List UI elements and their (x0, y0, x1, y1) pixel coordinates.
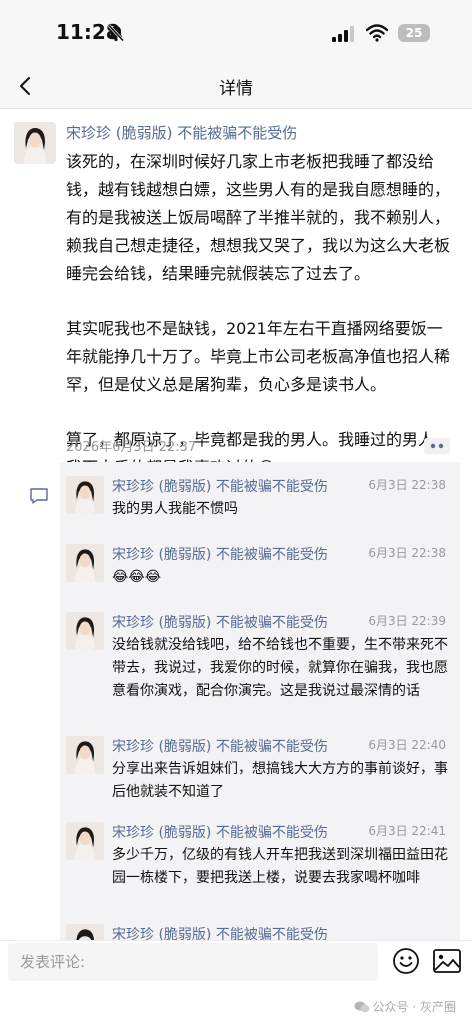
commenter-name[interactable]: 宋珍珍 (脆弱版) 不能被骗不能受伤 (112, 476, 328, 496)
page-title: 详情 (219, 79, 253, 99)
nav-bar: 详情 (0, 64, 472, 109)
commenter-avatar[interactable] (66, 822, 104, 860)
more-options-button[interactable] (424, 438, 450, 454)
commenter-avatar[interactable] (66, 476, 104, 514)
watermark: 公众号 · 灰产圈 (354, 998, 456, 1015)
comment-input[interactable] (8, 943, 378, 981)
post-timestamp: 2026年6月3日 22:37 (66, 440, 197, 455)
avatar-image-icon (66, 736, 104, 774)
emoji-icon[interactable] (392, 947, 420, 975)
cellular-signal-icon (332, 26, 354, 42)
image-icon[interactable] (432, 947, 462, 975)
comment-text: 没给钱就没给钱吧，给不给钱也不重要，生不带来死不带去，我说过，我爱你的时候，就算… (112, 637, 448, 699)
comment-time: 6月3日 22:41 (368, 824, 446, 838)
battery-indicator: 25 (398, 24, 430, 42)
avatar-image-icon (14, 122, 56, 164)
commenter-avatar[interactable] (66, 612, 104, 650)
avatar-image-icon (66, 612, 104, 650)
commenter-avatar[interactable] (66, 736, 104, 774)
avatar-image-icon (66, 822, 104, 860)
commenter-name[interactable]: 宋珍珍 (脆弱版) 不能被骗不能受伤 (112, 544, 328, 564)
comment-text: 我的男人我能不惯吗 (112, 501, 238, 517)
commenter-name[interactable]: 宋珍珍 (脆弱版) 不能被骗不能受伤 (112, 612, 328, 632)
comment-text: 😂😂😂 (112, 569, 162, 585)
watermark-text: 公众号 · 灰产圈 (372, 1000, 456, 1014)
comment-time: 6月3日 22:40 (368, 738, 446, 752)
comments-list: 宋珍珍 (脆弱版) 不能被骗不能受伤 6月3日 22:38 我的男人我能不惯吗 … (60, 462, 460, 940)
author-avatar[interactable] (14, 122, 56, 164)
post-paragraph: 其实呢我也不是缺钱，2021年左右干直播网络要饭一年就能挣几十万了。毕竟上市公司… (66, 319, 451, 394)
commenter-name[interactable]: 宋珍珍 (脆弱版) 不能被骗不能受伤 (112, 736, 328, 756)
commenter-name[interactable]: 宋珍珍 (脆弱版) 不能被骗不能受伤 (112, 822, 328, 842)
comment-icon (30, 488, 48, 504)
avatar-image-icon (66, 924, 104, 940)
comment-text: 分享出来告诉姐妹们，想搞钱大大方方的事前谈好，事后他就装不知道了 (112, 761, 448, 800)
commenter-avatar[interactable] (66, 544, 104, 582)
comment-input-bar: 公众号 · 灰产圈 (0, 940, 472, 1025)
avatar-image-icon (66, 544, 104, 582)
wifi-icon (366, 24, 388, 42)
post-paragraph: 该死的，在深圳时候好几家上市老板把我睡了都没给钱，越有钱越想白嫖，这些男人有的是… (66, 152, 451, 283)
author-name[interactable]: 宋珍珍 (脆弱版) 不能被骗不能受伤 (66, 122, 297, 143)
commenter-avatar[interactable] (66, 924, 104, 940)
bell-off-icon (107, 24, 125, 42)
comment-time: 6月3日 22:38 (368, 546, 446, 560)
commenter-name[interactable]: 宋珍珍 (脆弱版) 不能被骗不能受伤 (112, 924, 328, 940)
status-bar: 11:28 25 (0, 0, 472, 64)
comment-text: 多少千万，亿级的有钱人开车把我送到深圳福田益田花园一栋楼下，要把我送上楼，说要去… (112, 847, 448, 886)
comment-time: 6月3日 22:39 (368, 614, 446, 628)
comment-time: 6月3日 22:38 (368, 478, 446, 492)
avatar-image-icon (66, 476, 104, 514)
wechat-logo-icon (354, 1001, 370, 1013)
